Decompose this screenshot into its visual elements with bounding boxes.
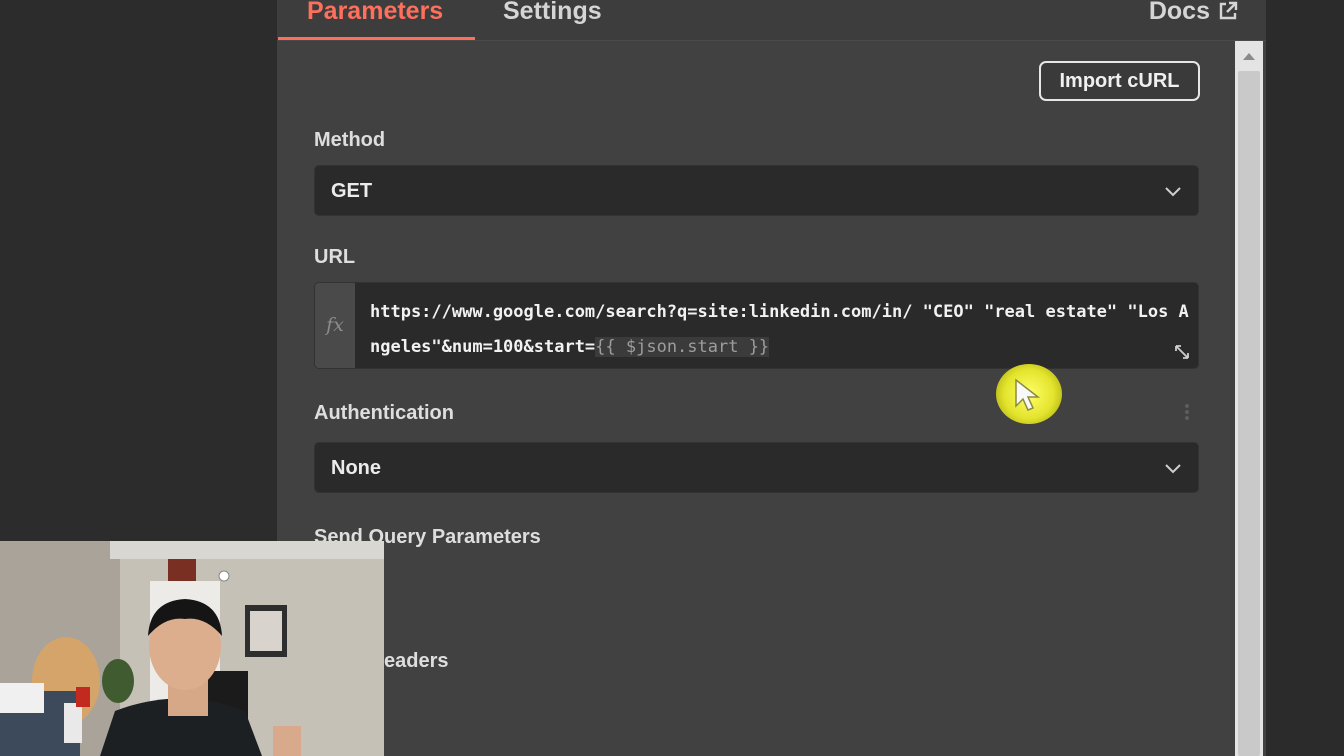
url-expression-token: {{ $json.start }} — [595, 337, 770, 357]
external-link-icon — [1219, 1, 1238, 20]
url-expression-field[interactable]: fx https://www.google.com/search?q=site:… — [314, 282, 1199, 369]
method-select[interactable]: GET — [314, 165, 1199, 216]
authentication-value: None — [331, 457, 381, 479]
authentication-select[interactable]: None — [314, 442, 1199, 493]
expand-icon[interactable] — [1171, 341, 1193, 363]
method-label: Method — [314, 129, 386, 151]
url-text: https://www.google.com/search?q=site:lin… — [370, 302, 1189, 357]
method-value: GET — [331, 180, 373, 202]
canvas-background-right — [1266, 0, 1344, 756]
send-headers-label: eaders — [384, 650, 449, 672]
import-curl-button[interactable]: Import cURL — [1039, 61, 1200, 101]
authentication-label: Authentication — [314, 402, 454, 424]
active-tab-indicator — [278, 37, 475, 40]
url-value[interactable]: https://www.google.com/search?q=site:lin… — [370, 295, 1190, 365]
tab-bar: Parameters Settings Docs — [277, 0, 1266, 41]
chevron-down-icon — [1165, 187, 1181, 197]
webcam-overlay — [0, 541, 384, 756]
scroll-up-arrow-icon[interactable] — [1243, 53, 1255, 60]
kebab-menu-icon[interactable] — [1183, 402, 1191, 424]
fx-expression-icon: fx — [315, 283, 355, 368]
tab-parameters[interactable]: Parameters — [307, 0, 443, 40]
node-parameters-panel: Parameters Settings Docs Import cURL Met… — [277, 0, 1266, 756]
scrollbar-thumb[interactable] — [1238, 71, 1260, 756]
docs-link[interactable]: Docs — [1149, 0, 1238, 28]
docs-label: Docs — [1148, 0, 1210, 25]
mouse-pointer-icon — [1015, 378, 1041, 411]
chevron-down-icon — [1165, 464, 1181, 474]
tab-settings[interactable]: Settings — [503, 0, 602, 40]
webcam-video-frame — [0, 541, 384, 756]
panel-scrollbar[interactable] — [1235, 41, 1263, 756]
url-label: URL — [314, 246, 356, 268]
cursor-highlight — [996, 364, 1062, 424]
